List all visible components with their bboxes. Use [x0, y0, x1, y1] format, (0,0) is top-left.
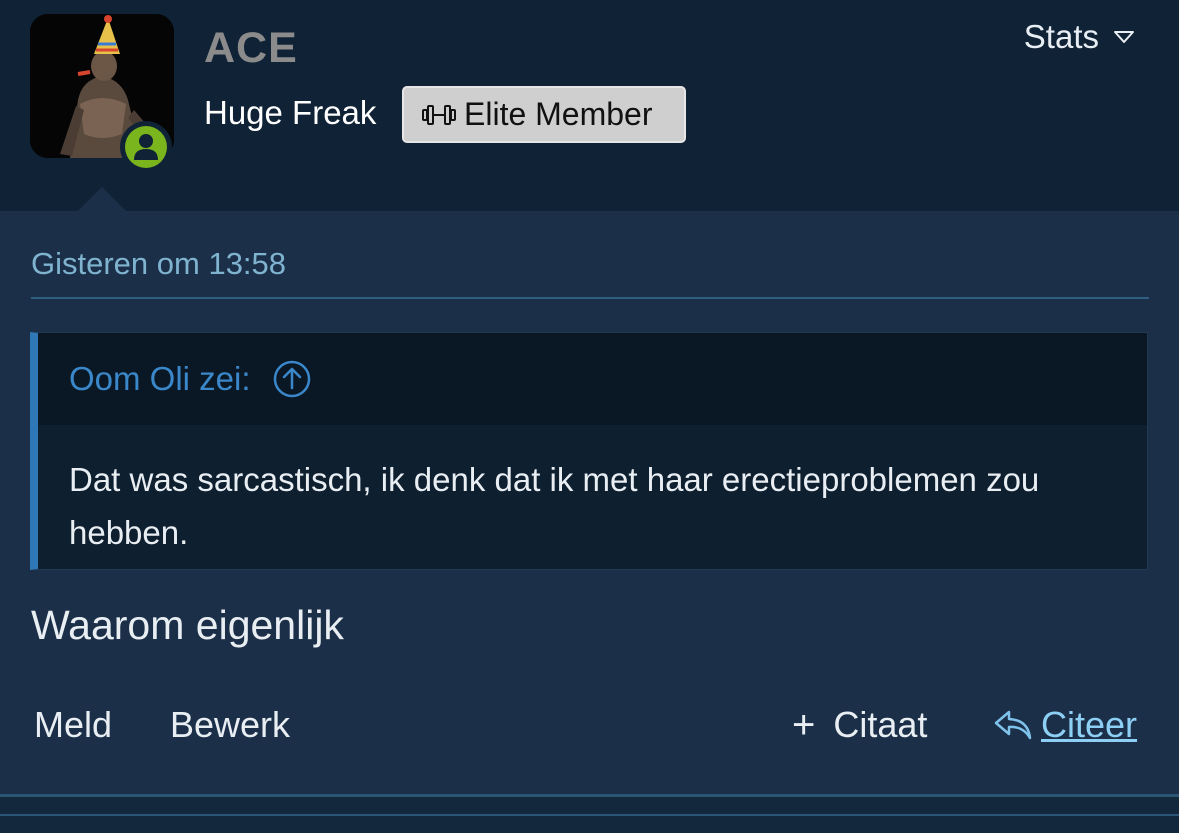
reply-quote-label: Citeer — [1041, 704, 1138, 745]
quote-block: Oom Oli zei: Dat was sarcastisch, ik den… — [30, 332, 1148, 570]
chevron-down-icon — [1114, 31, 1134, 43]
dumbbell-icon — [422, 104, 456, 125]
header-pointer — [78, 187, 126, 211]
quote-author[interactable]: Oom Oli zei: — [69, 360, 251, 398]
plus-icon: + — [792, 703, 816, 747]
username[interactable]: ACE — [204, 24, 298, 73]
report-button[interactable]: Meld — [34, 704, 112, 746]
quote-text: Dat was sarcastisch, ik denk dat ik met … — [69, 461, 1040, 551]
quote-header[interactable]: Oom Oli zei: — [38, 333, 1147, 425]
divider — [31, 297, 1149, 299]
post-message: Waarom eigenlijk — [31, 602, 344, 648]
post-timestamp[interactable]: Gisteren om 13:58 — [31, 246, 286, 282]
online-status — [120, 121, 172, 173]
divider — [0, 814, 1179, 816]
reply-icon — [994, 710, 1032, 740]
arrow-up-circle-icon[interactable] — [273, 360, 311, 398]
reply-quote-button[interactable]: Citeer — [993, 704, 1137, 746]
multi-quote-label: Citaat — [833, 704, 928, 745]
edit-button[interactable]: Bewerk — [170, 704, 290, 746]
multi-quote-button[interactable]: + Citaat — [792, 704, 927, 746]
post-author-header: ACE Huge Freak Elite Member Stats — [0, 0, 1179, 211]
badge-label: Elite Member — [464, 96, 653, 132]
user-online-icon — [134, 134, 158, 160]
stats-label: Stats — [1023, 18, 1099, 55]
forum-post: ACE Huge Freak Elite Member Stats Gister… — [0, 0, 1179, 833]
elite-member-badge: Elite Member — [402, 86, 686, 143]
user-title: Huge Freak — [204, 94, 377, 131]
post-actions: Meld Bewerk + Citaat Citeer — [0, 700, 1179, 756]
stats-dropdown[interactable]: Stats — [1024, 18, 1135, 56]
